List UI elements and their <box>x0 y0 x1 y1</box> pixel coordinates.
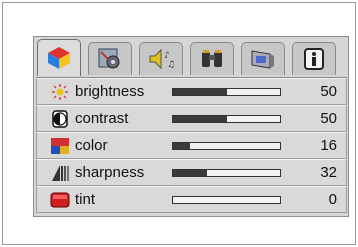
slider-fill <box>173 116 227 122</box>
setting-value: 50 <box>320 110 337 127</box>
window-frame: ♪ ♫ brightness 50 contrast 50 color 16 s… <box>2 2 356 245</box>
setting-value: 32 <box>320 164 337 181</box>
color-slider[interactable] <box>172 142 281 150</box>
setting-row-tint[interactable]: tint 0 <box>36 186 347 213</box>
settings-list: brightness 50 contrast 50 color 16 sharp… <box>36 77 347 216</box>
gear-tools-icon <box>98 48 120 69</box>
sharpness-slider[interactable] <box>172 169 281 177</box>
setting-label: color <box>75 137 108 154</box>
setting-value: 0 <box>328 191 337 208</box>
color-icon <box>51 137 69 154</box>
setting-label: contrast <box>75 110 129 127</box>
contrast-slider[interactable] <box>172 115 281 123</box>
binoculars-icon <box>202 50 222 67</box>
speaker-music-icon: ♪ ♫ <box>149 48 175 70</box>
setting-label: brightness <box>75 83 145 100</box>
setting-value: 50 <box>320 83 337 100</box>
slider-fill <box>173 170 208 176</box>
setting-label: sharpness <box>75 164 145 181</box>
colored-shapes-icon <box>48 47 70 69</box>
tab-display[interactable] <box>241 42 285 75</box>
tab-bar: ♪ ♫ <box>35 38 347 76</box>
svg-text:♫: ♫ <box>167 60 175 70</box>
slider-fill <box>173 89 227 95</box>
info-icon <box>304 48 324 70</box>
tab-info[interactable] <box>292 42 336 75</box>
setting-value: 16 <box>320 137 337 154</box>
slider-fill <box>173 143 191 149</box>
monitor-icon <box>251 50 274 69</box>
setting-row-brightness[interactable]: brightness 50 <box>36 78 347 105</box>
settings-panel: ♪ ♫ brightness 50 contrast 50 color 16 s… <box>33 36 349 217</box>
tab-setup[interactable] <box>88 42 132 75</box>
brightness-slider[interactable] <box>172 88 281 96</box>
tab-search[interactable] <box>190 42 234 75</box>
tint-slider[interactable] <box>172 196 281 204</box>
setting-label: tint <box>75 191 96 208</box>
setting-row-sharpness[interactable]: sharpness 32 <box>36 159 347 186</box>
contrast-icon <box>52 109 68 128</box>
tint-icon <box>50 192 70 207</box>
sharpness-icon <box>52 164 69 181</box>
setting-row-contrast[interactable]: contrast 50 <box>36 105 347 132</box>
tab-picture[interactable] <box>37 39 81 76</box>
setting-row-color[interactable]: color 16 <box>36 132 347 159</box>
sun-icon <box>52 83 68 100</box>
tab-audio[interactable]: ♪ ♫ <box>139 42 183 75</box>
